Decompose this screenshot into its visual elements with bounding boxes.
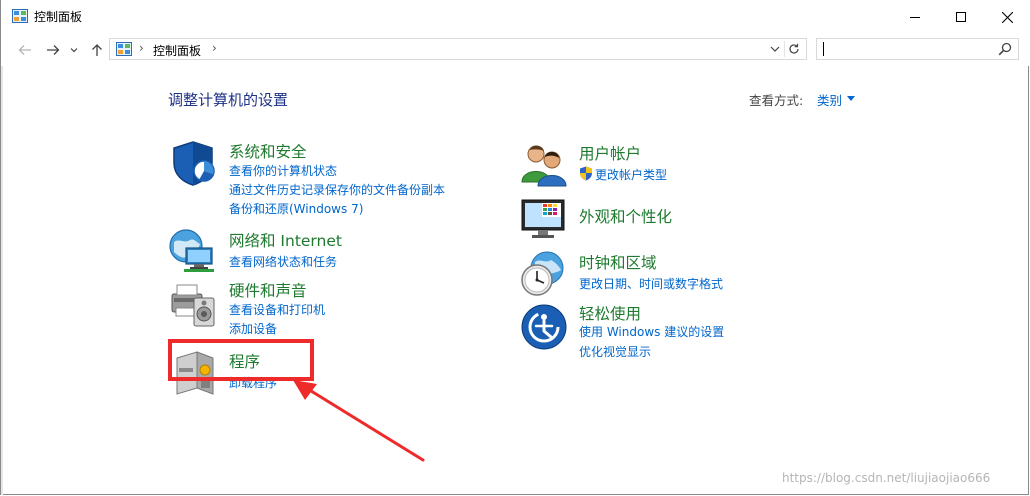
link-change-date-time-format[interactable]: 更改日期、时间或数字格式	[579, 275, 723, 292]
category-system-security[interactable]: 系统和安全	[229, 140, 307, 162]
maximize-button[interactable]	[938, 0, 984, 34]
breadcrumb-separator[interactable]: ›	[139, 41, 144, 55]
arrow-up-icon	[92, 44, 102, 56]
category-hardware-sound[interactable]: 硬件和声音	[229, 279, 307, 301]
forward-button[interactable]	[43, 40, 63, 60]
category-appearance-personalization[interactable]: 外观和个性化	[579, 205, 672, 227]
link-optimize-visual-display[interactable]: 优化视觉显示	[579, 343, 651, 360]
back-button[interactable]	[15, 40, 35, 60]
link-add-device[interactable]: 添加设备	[229, 320, 277, 337]
arrow-left-icon	[18, 45, 31, 55]
link-view-computer-status[interactable]: 查看你的计算机状态	[229, 162, 337, 179]
view-by-dropdown[interactable]: 类别	[817, 90, 842, 109]
search-input[interactable]	[821, 41, 991, 57]
text-cursor	[823, 42, 824, 56]
link-file-history-backup[interactable]: 通过文件历史记录保存你的文件备份副本	[229, 181, 445, 198]
annotation-arrow-icon	[293, 380, 425, 462]
control-panel-window: 控制面板 › 控制面板 › 调整计算机的设置 查看方式: 类别 系统和安全 查看…	[0, 0, 1030, 495]
shield-icon[interactable]	[169, 139, 217, 187]
chevron-down-icon[interactable]	[847, 96, 855, 101]
control-panel-app-icon	[12, 9, 28, 23]
chevron-down-icon[interactable]	[770, 42, 780, 56]
watermark-text: https://blog.csdn.net/liujiaojiao666	[782, 471, 991, 485]
link-windows-recommended-settings[interactable]: 使用 Windows 建议的设置	[579, 323, 724, 340]
breadcrumb-control-panel[interactable]: 控制面板	[153, 42, 201, 59]
maximize-icon	[956, 12, 966, 22]
category-user-accounts[interactable]: 用户帐户	[579, 142, 641, 164]
link-devices-printers[interactable]: 查看设备和打印机	[229, 301, 325, 318]
link-network-status[interactable]: 查看网络状态和任务	[229, 253, 337, 270]
printer-speaker-icon[interactable]	[168, 280, 216, 328]
users-icon[interactable]	[520, 140, 568, 188]
uac-shield-icon	[580, 166, 592, 181]
view-by-label: 查看方式:	[749, 93, 804, 108]
page-title: 调整计算机的设置	[168, 91, 289, 109]
recent-locations-button[interactable]	[67, 40, 81, 60]
highlight-box-programs	[168, 339, 314, 381]
search-box[interactable]	[816, 38, 1019, 60]
minimize-button[interactable]	[892, 0, 938, 34]
minimize-icon	[910, 17, 920, 18]
address-bar[interactable]: › 控制面板 ›	[109, 38, 807, 60]
refresh-icon	[789, 43, 799, 54]
title-bar[interactable]: 控制面板	[1, 0, 1030, 34]
close-icon	[1001, 11, 1013, 23]
category-clock-region[interactable]: 时钟和区域	[579, 251, 657, 273]
monitor-palette-icon[interactable]	[520, 194, 568, 242]
breadcrumb-separator[interactable]: ›	[212, 41, 217, 55]
network-globe-icon[interactable]	[168, 226, 216, 274]
up-button[interactable]	[87, 40, 107, 60]
search-icon[interactable]	[998, 42, 1012, 56]
ease-of-access-icon[interactable]	[520, 303, 568, 351]
category-ease-of-access[interactable]: 轻松使用	[579, 302, 641, 324]
chevron-down-icon	[70, 48, 78, 53]
category-network-internet[interactable]: 网络和 Internet	[229, 229, 342, 251]
refresh-button[interactable]	[784, 41, 803, 57]
window-title: 控制面板	[34, 10, 83, 24]
close-button[interactable]	[984, 0, 1030, 34]
link-change-account-type[interactable]: 更改帐户类型	[595, 166, 667, 183]
control-panel-icon	[116, 42, 132, 56]
arrow-right-icon	[47, 45, 60, 55]
link-backup-restore[interactable]: 备份和还原(Windows 7)	[229, 200, 363, 217]
clock-globe-icon[interactable]	[519, 250, 567, 298]
navigation-pane-edge	[1, 66, 3, 495]
